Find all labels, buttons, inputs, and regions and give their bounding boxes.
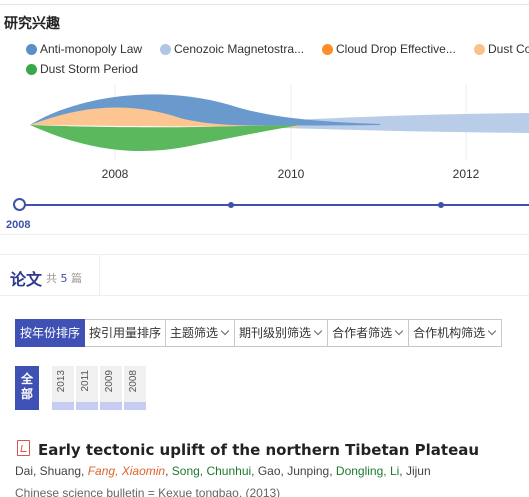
x-tick-label: 2012 xyxy=(453,167,480,181)
divider xyxy=(0,234,529,235)
filter-journal-level-dropdown[interactable]: 期刊级别筛选 xyxy=(235,319,329,347)
divider xyxy=(0,295,529,296)
pdf-icon[interactable] xyxy=(17,440,30,456)
count-prefix: 共 xyxy=(46,272,57,285)
papers-title: 论文 xyxy=(10,270,43,289)
legend-label: Dust Storm Period xyxy=(40,62,139,76)
tab-label: 按引用量排序 xyxy=(89,326,162,340)
timeline-node[interactable] xyxy=(228,202,234,208)
legend-item-cenozoic-magnetostra[interactable]: Cenozoic Magnetostra... xyxy=(160,42,304,56)
paper-title-link[interactable]: Early tectonic uplift of the northern Ti… xyxy=(38,441,479,459)
author-name[interactable]: Jijun xyxy=(406,464,431,478)
timeline-node[interactable] xyxy=(438,202,444,208)
papers-count: 共 5 篇 xyxy=(46,270,82,286)
chevron-down-icon xyxy=(394,326,404,336)
paper-authors: Dai, Shuang, Fang, Xiaomin, Song, Chunhu… xyxy=(15,464,431,478)
section-title: 研究兴趣 xyxy=(4,16,60,32)
legend-dot xyxy=(26,63,37,75)
legend-dot xyxy=(322,43,333,55)
x-tick-label: 2010 xyxy=(278,167,305,181)
paper-journal: Chinese science bulletin = Kexue tongbao… xyxy=(15,486,281,497)
year-filter-2008[interactable]: 2008 xyxy=(124,366,146,410)
filter-coauthor-dropdown[interactable]: 合作者筛选 xyxy=(328,319,410,347)
timeline-track[interactable] xyxy=(20,204,529,206)
year-count-bar xyxy=(124,402,146,410)
tab-sort-by-citations[interactable]: 按引用量排序 xyxy=(85,319,167,347)
legend-item-dust-co[interactable]: Dust Co xyxy=(474,42,529,56)
year-filter-2009[interactable]: 2009 xyxy=(100,366,122,410)
tab-label: 按年份排序 xyxy=(20,326,81,340)
tab-label: 期刊级别筛选 xyxy=(239,326,312,340)
year-all-label: 全部 xyxy=(21,372,34,401)
stream-dust-storm-period[interactable] xyxy=(30,125,300,152)
year-count-bar xyxy=(100,402,122,410)
tab-label: 合作机构筛选 xyxy=(413,326,486,340)
papers-header: 论文 共 5 篇 xyxy=(0,255,100,295)
chevron-down-icon xyxy=(487,326,497,336)
year-timeline-slider[interactable]: 2008 xyxy=(0,192,529,234)
year-count-bar xyxy=(76,402,98,410)
legend-dot xyxy=(160,43,171,55)
legend-dot xyxy=(26,43,37,55)
legend-label: Anti-monopoly Law xyxy=(40,42,143,56)
author-name[interactable]: Dai, Shuang xyxy=(15,464,81,478)
count-value: 5 xyxy=(60,272,68,285)
chevron-down-icon xyxy=(313,326,323,336)
author-name-link[interactable]: Song, Chunhui xyxy=(172,464,251,478)
year-label: 2008 xyxy=(128,370,139,393)
timeline-handle[interactable] xyxy=(13,198,26,211)
legend-item-anti-monopoly-law[interactable]: Anti-monopoly Law xyxy=(26,42,142,56)
filter-topic-dropdown[interactable]: 主题筛选 xyxy=(166,319,236,347)
tab-sort-by-year[interactable]: 按年份排序 xyxy=(15,319,86,347)
legend-item-dust-storm-period[interactable]: Dust Storm Period xyxy=(26,62,138,76)
streamgraph-chart: 2008 2010 2012 xyxy=(30,85,529,181)
sort-filter-toolbar: 按年份排序 按引用量排序 主题筛选 期刊级别筛选 合作者筛选 合作机构筛选 xyxy=(15,319,503,347)
top-border xyxy=(0,0,529,5)
year-count-bar xyxy=(52,402,74,410)
tab-label: 主题筛选 xyxy=(170,326,219,340)
legend-label: Cenozoic Magnetostra... xyxy=(174,42,305,56)
author-name[interactable]: Gao, Junping xyxy=(258,464,329,478)
year-filter-2011[interactable]: 2011 xyxy=(76,366,98,410)
year-label: 2011 xyxy=(80,370,91,392)
year-label: 2009 xyxy=(104,370,115,393)
author-name-highlighted[interactable]: Fang, Xiaomin xyxy=(88,464,165,478)
year-label: 2013 xyxy=(56,370,67,393)
timeline-selected-year: 2008 xyxy=(6,219,31,231)
legend-label: Dust Co xyxy=(488,42,529,56)
year-filter-all[interactable]: 全部 xyxy=(15,366,39,410)
author-name-link[interactable]: Dongling, Li xyxy=(336,464,399,478)
x-tick-label: 2008 xyxy=(102,167,129,181)
legend-item-cloud-drop-effective[interactable]: Cloud Drop Effective... xyxy=(322,42,456,56)
filter-institution-dropdown[interactable]: 合作机构筛选 xyxy=(409,319,503,347)
chevron-down-icon xyxy=(220,326,230,336)
tab-label: 合作者筛选 xyxy=(332,326,393,340)
legend-dot xyxy=(474,43,485,55)
legend-label: Cloud Drop Effective... xyxy=(336,42,456,56)
year-filter-2013[interactable]: 2013 xyxy=(52,366,74,410)
count-suffix: 篇 xyxy=(71,272,82,285)
